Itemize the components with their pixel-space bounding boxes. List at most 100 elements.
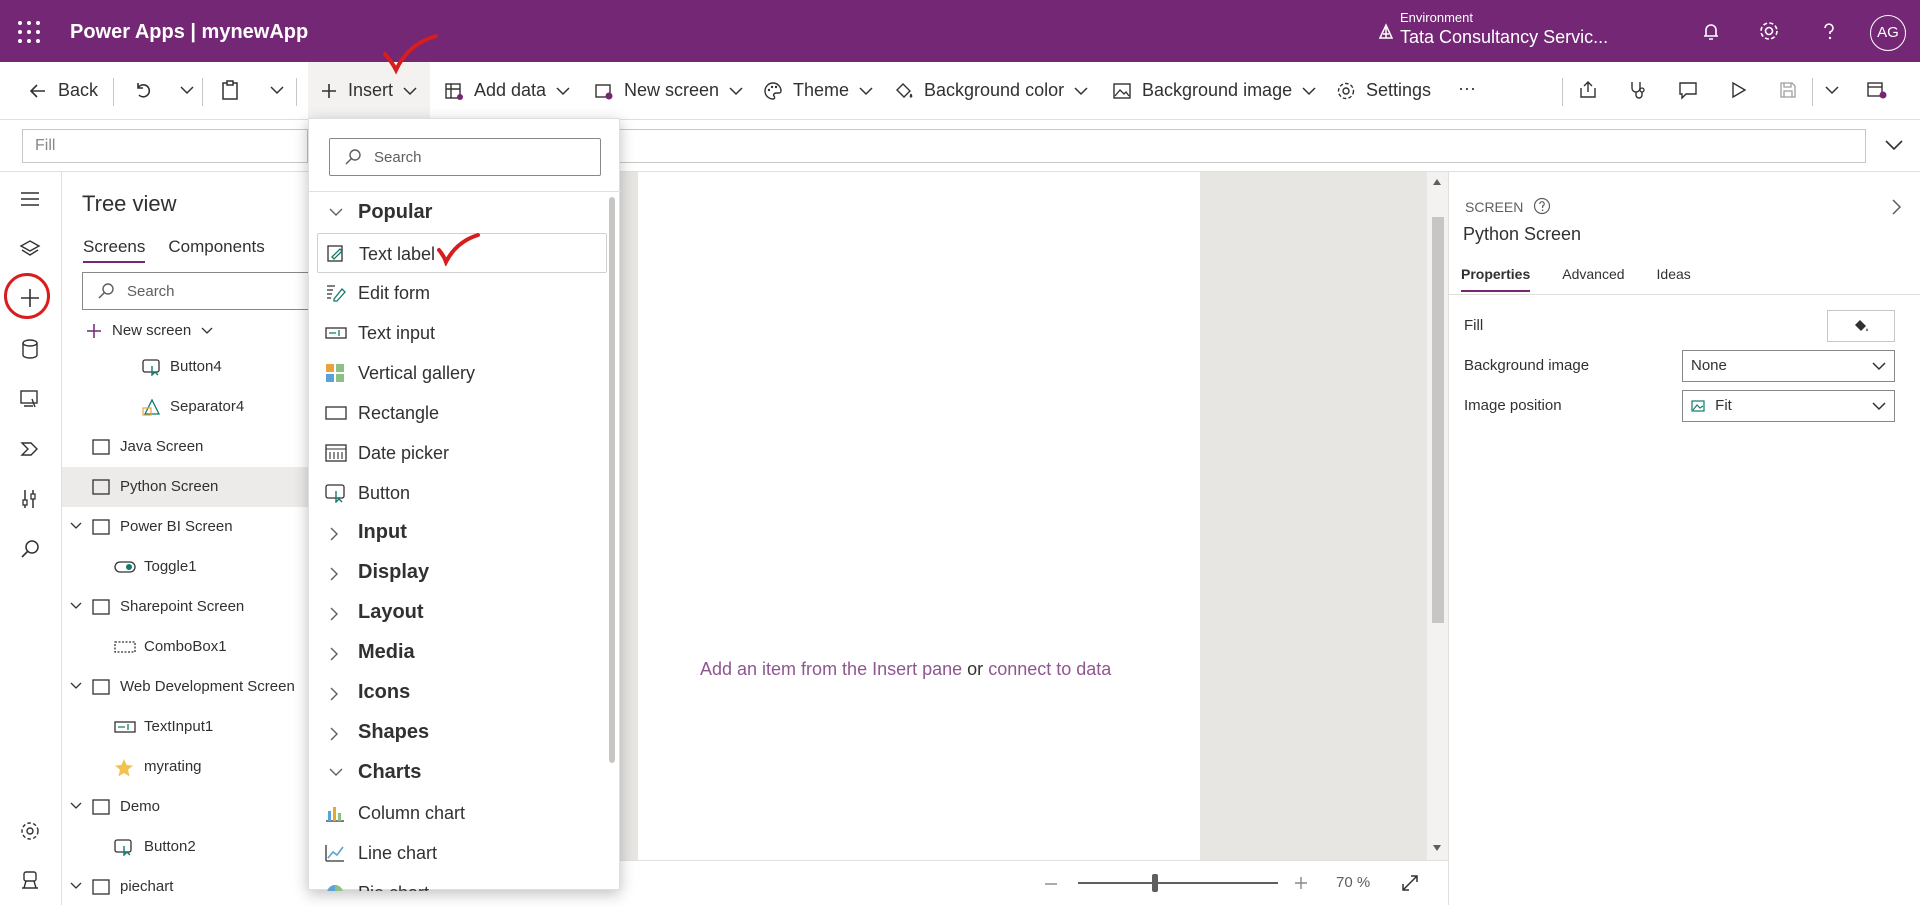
tree-node-button4[interactable]: Button4 (62, 347, 312, 387)
insert-item-edit-form[interactable]: Edit form (309, 273, 609, 313)
tab-components[interactable]: Components (168, 237, 264, 263)
canvas-scrollbar[interactable] (1427, 172, 1448, 860)
new-screen-link[interactable]: New screen (86, 322, 213, 339)
more-button[interactable]: ··· (1458, 78, 1476, 99)
category-shapes[interactable]: Shapes (309, 713, 609, 753)
search-icon[interactable] (19, 538, 41, 560)
paste-icon[interactable] (220, 79, 240, 101)
gear-icon[interactable] (19, 820, 41, 842)
tab-ideas[interactable]: Ideas (1657, 266, 1691, 292)
tree-node-web-development-screen[interactable]: Web Development Screen (62, 667, 312, 707)
database-icon[interactable] (19, 338, 41, 360)
settings-button[interactable]: Settings (1336, 80, 1431, 101)
avatar[interactable]: AG (1870, 15, 1906, 51)
chevron-down-icon[interactable] (270, 84, 284, 96)
category-icons[interactable]: Icons (309, 673, 609, 713)
back-button[interactable]: Back (28, 80, 98, 101)
share-icon[interactable] (1578, 80, 1598, 100)
background-color-button[interactable]: Background color (894, 80, 1088, 101)
chevron-down-icon[interactable] (70, 681, 82, 691)
theme-button[interactable]: Theme (763, 80, 873, 101)
scroll-up-icon[interactable] (1432, 178, 1442, 186)
environment-picker[interactable]: Environment Tata Consultancy Servic... (1378, 10, 1608, 48)
zoom-slider[interactable] (1078, 882, 1278, 884)
formula-input[interactable] (618, 129, 1866, 163)
insert-search-input[interactable]: Search (329, 138, 601, 176)
insert-item-text-input[interactable]: Text input (309, 313, 609, 353)
image-position-dropdown[interactable]: Fit (1682, 390, 1895, 422)
property-selector[interactable]: Fill (22, 129, 308, 163)
gear-icon[interactable] (1758, 20, 1780, 42)
save-icon[interactable] (1778, 80, 1798, 100)
chevron-down-icon[interactable] (70, 881, 82, 891)
publish-icon[interactable] (1866, 80, 1888, 100)
connect-data-link[interactable]: connect to data (988, 659, 1111, 679)
background-image-dropdown[interactable]: None (1682, 350, 1895, 382)
chevron-down-icon[interactable] (180, 84, 194, 96)
stethoscope-icon[interactable] (1628, 80, 1648, 100)
background-image-button[interactable]: Background image (1112, 80, 1316, 101)
bell-icon[interactable] (1700, 20, 1722, 42)
tree-node-toggle1[interactable]: Toggle1 (62, 547, 312, 587)
tree-search-input[interactable]: Search (82, 272, 322, 310)
tab-advanced[interactable]: Advanced (1562, 266, 1624, 292)
insert-button[interactable]: Insert (320, 80, 417, 101)
scroll-down-icon[interactable] (1432, 844, 1442, 852)
app-launcher-icon[interactable] (18, 21, 40, 43)
insert-item-pie-chart[interactable]: Pie chart (309, 873, 609, 891)
category-popular[interactable]: Popular (309, 193, 609, 233)
help-icon[interactable] (1533, 197, 1551, 215)
tree-node-java-screen[interactable]: Java Screen (62, 427, 312, 467)
play-icon[interactable] (1728, 80, 1748, 100)
chevron-right-icon[interactable] (1891, 198, 1903, 216)
chevron-down-icon[interactable] (70, 801, 82, 811)
category-layout[interactable]: Layout (309, 593, 609, 633)
category-input[interactable]: Input (309, 513, 609, 553)
insert-item-date-picker[interactable]: Date picker (309, 433, 609, 473)
category-media[interactable]: Media (309, 633, 609, 673)
help-icon[interactable] (1818, 20, 1840, 42)
category-display[interactable]: Display (309, 553, 609, 593)
chevron-down-icon[interactable] (70, 521, 82, 531)
tree-node-demo[interactable]: Demo (62, 787, 312, 827)
comment-icon[interactable] (1678, 80, 1698, 100)
tree-node-myrating[interactable]: myrating (62, 747, 312, 787)
scrollbar-thumb[interactable] (1432, 217, 1444, 623)
screen-canvas[interactable] (638, 172, 1200, 860)
insert-item-button[interactable]: Button (309, 473, 609, 513)
insert-pane-link[interactable]: Add an item from the Insert pane (700, 659, 962, 679)
insert-pane-scrollbar[interactable] (609, 197, 615, 763)
tab-properties[interactable]: Properties (1461, 266, 1531, 292)
power-automate-icon[interactable] (19, 438, 41, 460)
tree-node-combobox1[interactable]: ComboBox1 (62, 627, 312, 667)
expand-formula-icon[interactable] (1884, 138, 1904, 152)
tree-node-textinput1[interactable]: TextInput1 (62, 707, 312, 747)
undo-icon[interactable] (133, 80, 153, 100)
tab-screens[interactable]: Screens (83, 237, 146, 263)
media-icon[interactable] (19, 388, 41, 410)
chevron-down-icon[interactable] (70, 601, 82, 611)
zoom-in-icon[interactable] (1294, 876, 1308, 890)
tools-icon[interactable] (19, 488, 41, 510)
insert-item-vertical-gallery[interactable]: Vertical gallery (309, 353, 609, 393)
menu-icon[interactable] (19, 190, 41, 208)
chevron-down-icon[interactable] (1825, 84, 1839, 96)
zoom-out-icon[interactable] (1044, 877, 1058, 891)
tree-node-sharepoint-screen[interactable]: Sharepoint Screen (62, 587, 312, 627)
insert-item-column-chart[interactable]: Column chart (309, 793, 609, 833)
category-charts[interactable]: Charts (309, 753, 609, 793)
tree-node-python-screen[interactable]: Python Screen (62, 467, 312, 507)
tree-node-button2[interactable]: Button2 (62, 827, 312, 867)
fit-to-window-icon[interactable] (1400, 873, 1420, 893)
new-screen-button[interactable]: New screen (594, 80, 743, 101)
tree-node-piechart[interactable]: piechart (62, 867, 312, 907)
tree-node-power-bi-screen[interactable]: Power BI Screen (62, 507, 312, 547)
insert-item-line-chart[interactable]: Line chart (309, 833, 609, 873)
fill-color-picker[interactable] (1827, 310, 1895, 342)
tree-node-separator4[interactable]: Separator4 (62, 387, 312, 427)
zoom-slider-thumb[interactable] (1152, 874, 1158, 892)
insert-item-rectangle[interactable]: Rectangle (309, 393, 609, 433)
virtual-agent-icon[interactable] (19, 869, 41, 891)
add-data-button[interactable]: Add data (444, 80, 570, 101)
layers-icon[interactable] (19, 238, 41, 260)
